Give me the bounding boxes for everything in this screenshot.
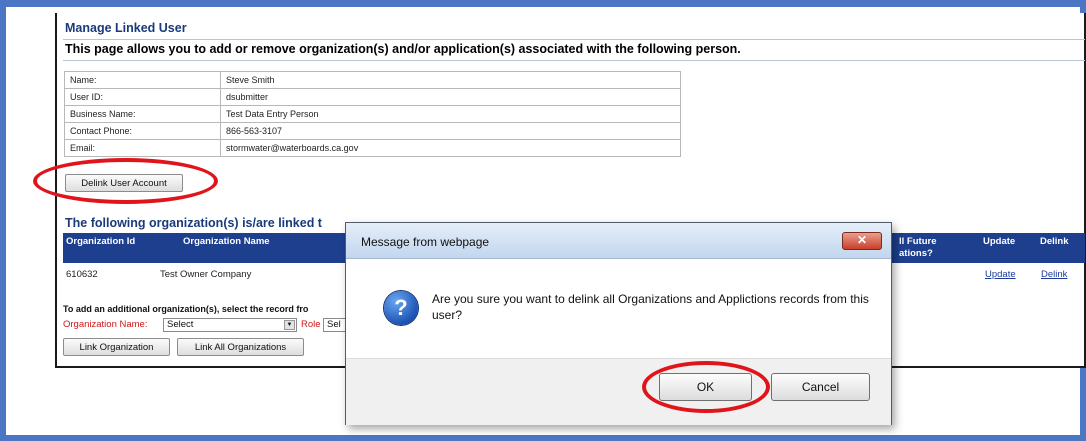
dialog-titlebar: Message from webpage ✕ [346, 223, 891, 259]
email-label: Email: [64, 139, 221, 157]
close-icon[interactable]: ✕ [842, 232, 882, 250]
highlight-oval [642, 361, 770, 413]
question-icon: ? [384, 291, 418, 325]
contact-phone-value: 866-563-3107 [220, 122, 681, 140]
business-name-value: Test Data Entry Person [220, 105, 681, 123]
organization-name-select[interactable]: Select ▼ [163, 318, 297, 332]
table-row: User ID: dsubmitter [64, 88, 681, 106]
user-id-value: dsubmitter [220, 88, 681, 106]
name-label: Name: [64, 71, 221, 89]
chevron-down-icon: ▼ [284, 320, 295, 330]
linked-organizations-heading: The following organization(s) is/are lin… [65, 216, 322, 230]
col-delink: Delink [1040, 236, 1069, 247]
update-link[interactable]: Update [985, 269, 1016, 280]
col-organization-name: Organization Name [183, 236, 270, 247]
delink-link[interactable]: Delink [1041, 269, 1067, 280]
dialog-message: Are you sure you want to delink all Orga… [432, 292, 869, 322]
person-info-table: Name: Steve Smith User ID: dsubmitter Bu… [64, 71, 681, 157]
business-name-label: Business Name: [64, 105, 221, 123]
page-intro: This page allows you to add or remove or… [65, 42, 741, 56]
organization-name-label: Organization Name: [63, 319, 148, 330]
table-row: Email: stormwater@waterboards.ca.gov [64, 139, 681, 157]
email-value: stormwater@waterboards.ca.gov [220, 139, 681, 157]
name-value: Steve Smith [220, 71, 681, 89]
table-row: Contact Phone: 866-563-3107 [64, 122, 681, 140]
table-row: Name: Steve Smith [64, 71, 681, 89]
divider [63, 39, 1085, 40]
col-organization-id: Organization Id [66, 236, 136, 247]
organization-select-value: Select [167, 319, 194, 330]
role-label: Role [301, 319, 321, 330]
organization-id-cell: 610632 [66, 269, 98, 280]
link-organization-button[interactable]: Link Organization [63, 338, 170, 356]
add-organization-instructions: To add an additional organization(s), se… [63, 304, 309, 314]
organization-name-cell: Test Owner Company [160, 269, 252, 280]
confirm-dialog: Message from webpage ✕ ? Are you sure yo… [345, 222, 892, 425]
link-all-organizations-button[interactable]: Link All Organizations [177, 338, 304, 356]
dialog-title: Message from webpage [361, 235, 490, 249]
role-select-value: Sel [327, 319, 341, 330]
role-select[interactable]: Sel [323, 318, 347, 332]
page-title: Manage Linked User [65, 21, 187, 35]
highlight-oval [33, 158, 218, 204]
col-all-future-applications: ll Future ations? [899, 236, 937, 259]
user-id-label: User ID: [64, 88, 221, 106]
cancel-button[interactable]: Cancel [771, 373, 870, 401]
divider [63, 60, 1085, 61]
col-update: Update [983, 236, 1016, 247]
table-row: Business Name: Test Data Entry Person [64, 105, 681, 123]
contact-phone-label: Contact Phone: [64, 122, 221, 140]
